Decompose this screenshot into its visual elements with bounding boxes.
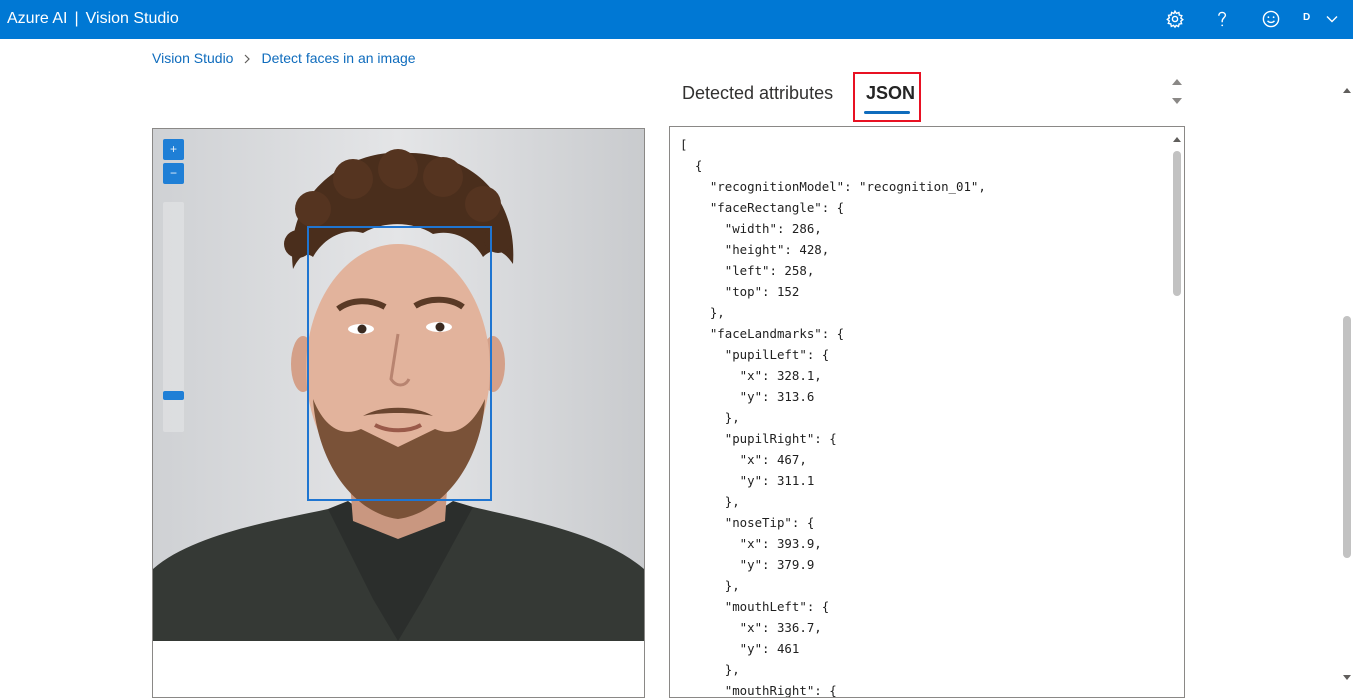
json-line: "recognitionModel": "recognition_01", [680,179,986,194]
json-line: }, [680,662,740,677]
brand-separator: | [74,10,79,27]
tab-scroll-down-icon[interactable] [1171,96,1183,106]
breadcrumb-detect-faces[interactable]: Detect faces in an image [261,50,415,66]
json-line: "y": 311.1 [680,473,815,488]
tab-highlight-box [853,72,921,122]
json-line: "y": 379.9 [680,557,815,572]
json-output-panel[interactable]: [ { "recognitionModel": "recognition_01"… [669,126,1185,698]
json-line: "x": 393.9, [680,536,822,551]
json-line: "y": 313.6 [680,389,815,404]
page-scroll-thumb[interactable] [1343,316,1351,558]
json-line: "height": 428, [680,242,830,257]
json-line: "x": 467, [680,452,807,467]
json-line: { [680,158,703,173]
gear-icon[interactable] [1165,9,1185,29]
json-line: [ [680,137,688,152]
zoom-in-button[interactable]: + [163,139,184,160]
json-line: "width": 286, [680,221,822,236]
json-line: "top": 152 [680,284,800,299]
breadcrumb: Vision Studio Detect faces in an image [152,50,416,66]
json-code-block: [ { "recognitionModel": "recognition_01"… [680,134,986,698]
page-scroll-up-arrow-icon[interactable] [1342,86,1352,94]
json-line: }, [680,494,740,509]
json-line: "pupilRight": { [680,431,837,446]
tab-detected-attributes[interactable]: Detected attributes [682,83,833,104]
zoom-out-button[interactable]: − [163,163,184,184]
scroll-up-arrow-icon[interactable] [1172,135,1182,143]
json-scrollbar[interactable] [1170,131,1182,695]
json-line: "y": 461 [680,641,800,656]
tab-scroll-up-icon[interactable] [1171,77,1183,87]
page-scrollbar[interactable] [1340,80,1353,688]
json-line: "faceLandmarks": { [680,326,845,341]
page-scroll-down-arrow-icon[interactable] [1342,674,1352,682]
json-line: "x": 336.7, [680,620,822,635]
json-line: "pupilLeft": { [680,347,830,362]
top-bar: Azure AI | Vision Studio D [0,0,1353,39]
json-line: "mouthLeft": { [680,599,830,614]
feedback-smiley-icon[interactable] [1261,9,1281,29]
json-line: }, [680,578,740,593]
json-line: "left": 258, [680,263,815,278]
image-panel: + − [152,128,645,698]
chevron-right-icon [245,54,251,64]
json-line: "noseTip": { [680,515,815,530]
product-name: Vision Studio [85,10,179,27]
brand-name: Azure AI [7,10,68,27]
app-title[interactable]: Azure AI | Vision Studio [7,10,179,28]
breadcrumb-vision-studio[interactable]: Vision Studio [152,50,233,66]
json-line: }, [680,410,740,425]
help-icon[interactable] [1212,9,1232,29]
chevron-down-icon[interactable] [1325,13,1339,25]
avatar[interactable]: D [1303,12,1310,23]
json-scroll-thumb[interactable] [1173,151,1181,296]
face-bounding-box [307,226,492,501]
json-line: "mouthRight": { [680,683,837,698]
json-line: "faceRectangle": { [680,200,845,215]
json-line: "x": 328.1, [680,368,822,383]
zoom-slider-thumb[interactable] [163,391,184,400]
json-line: }, [680,305,725,320]
